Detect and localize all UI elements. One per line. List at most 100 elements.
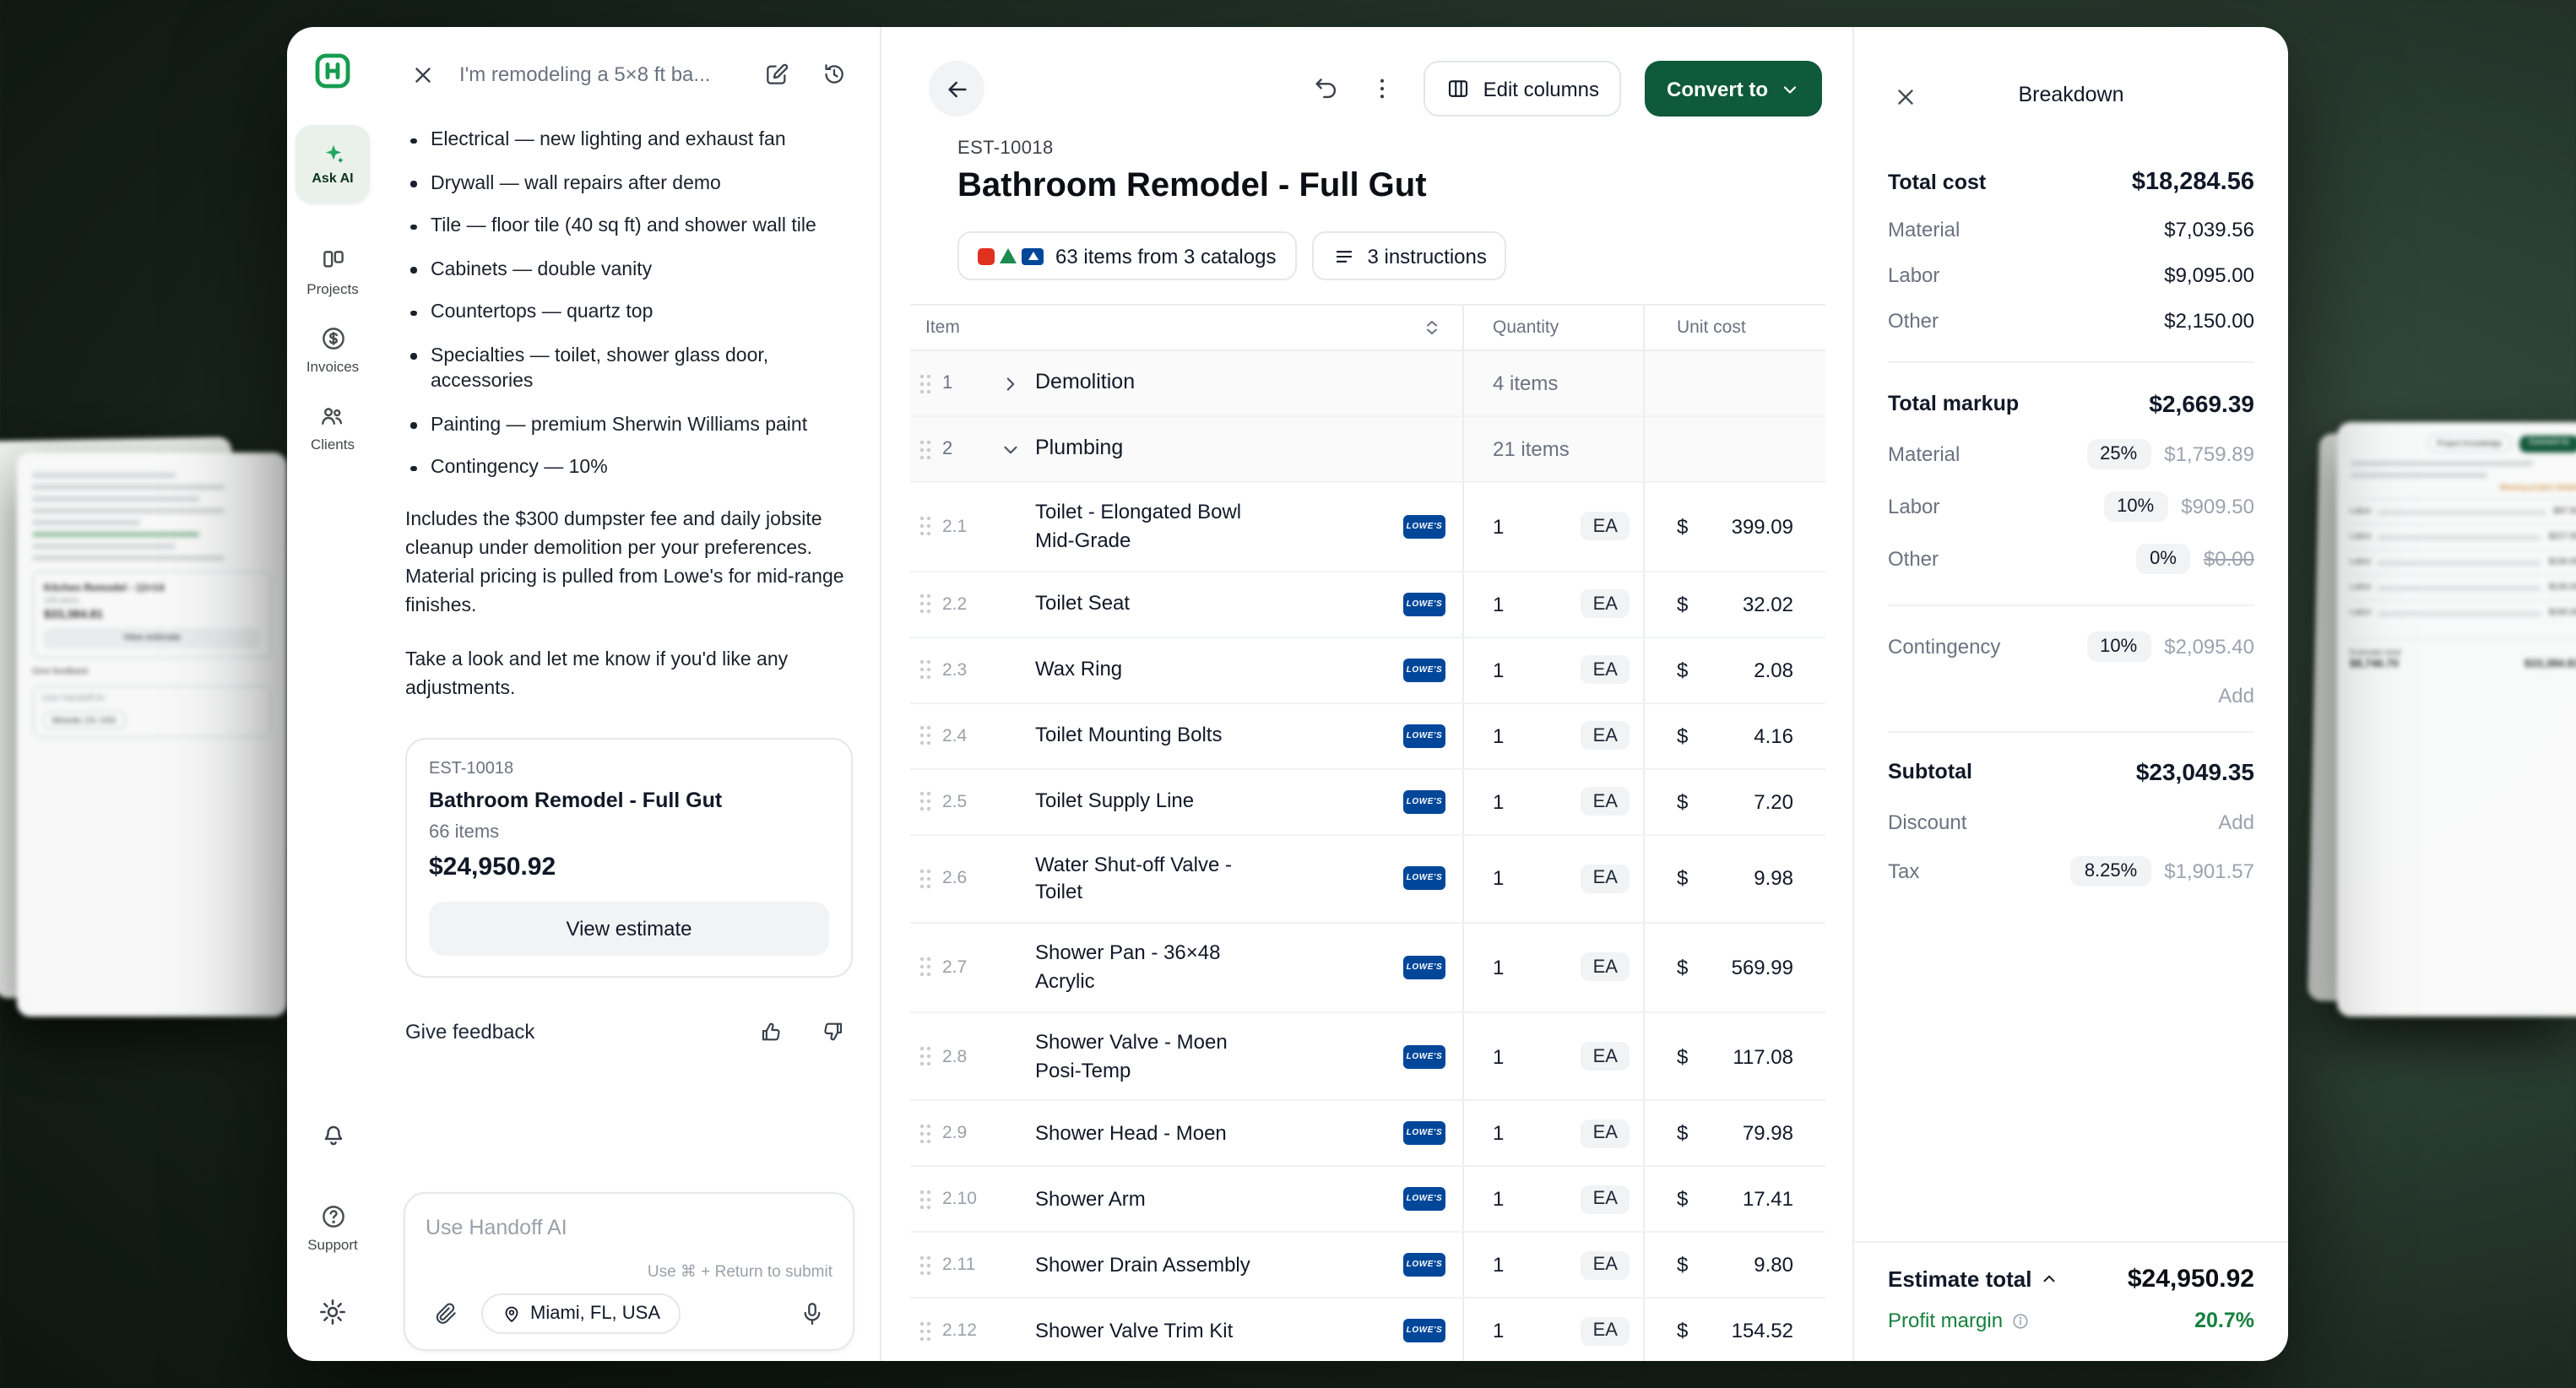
table-row[interactable]: 2.4 Toilet Mounting Bolts LOWE'S 1	[910, 703, 1825, 769]
markup-other-pct-pill[interactable]: 0%	[2136, 544, 2190, 574]
attach-file-button[interactable]	[426, 1293, 466, 1334]
unit-pill[interactable]: EA	[1581, 655, 1630, 684]
table-row[interactable]: 1 Demolition 4 items	[910, 351, 1825, 417]
table-row[interactable]: 2.8 Shower Valve - Moen Posi-Temp LOWE'S…	[910, 1013, 1825, 1102]
drag-handle-icon[interactable]	[919, 659, 932, 680]
quantity-value[interactable]: 1	[1493, 1122, 1504, 1146]
sidebar-item-invoices[interactable]: Invoices	[306, 324, 359, 375]
table-row[interactable]: 2 Plumbing 21 items	[910, 417, 1825, 483]
quantity-value[interactable]: 1	[1493, 789, 1504, 813]
unit-pill[interactable]: EA	[1581, 1120, 1630, 1148]
unit-pill[interactable]: EA	[1581, 1251, 1630, 1280]
table-row[interactable]: 2.3 Wax Ring LOWE'S 1 EA	[910, 637, 1825, 703]
table-row[interactable]: 2.10 Shower Arm LOWE'S 1 EA	[910, 1168, 1825, 1233]
sidebar-item-support[interactable]: Support	[307, 1202, 358, 1253]
unit-pill[interactable]: EA	[1581, 589, 1630, 618]
table-row[interactable]: 2.2 Toilet Seat LOWE'S 1 EA	[910, 572, 1825, 637]
table-row[interactable]: 2.7 Shower Pan - 36×48 Acrylic LOWE'S 1	[910, 924, 1825, 1012]
contingency-pct-pill[interactable]: 10%	[2086, 632, 2150, 662]
unit-pill[interactable]: EA	[1581, 512, 1630, 541]
unit-cost-value[interactable]: 17.41	[1743, 1188, 1793, 1212]
drag-handle-icon[interactable]	[919, 1189, 932, 1211]
quantity-value[interactable]: 1	[1493, 658, 1504, 681]
drag-handle-icon[interactable]	[919, 1255, 932, 1277]
back-button[interactable]	[929, 61, 984, 117]
unit-pill[interactable]: EA	[1581, 865, 1630, 893]
unit-pill[interactable]: EA	[1581, 787, 1630, 816]
table-row[interactable]: 2.6 Water Shut-off Valve - Toilet LOWE'S…	[910, 835, 1825, 924]
markup-material-pct-pill[interactable]: 25%	[2086, 439, 2150, 469]
unit-cost-value[interactable]: 399.09	[1732, 515, 1793, 539]
quantity-value[interactable]: 1	[1493, 515, 1504, 539]
quantity-value[interactable]: 1	[1493, 724, 1504, 747]
unit-pill[interactable]: EA	[1581, 1185, 1630, 1214]
more-options-button[interactable]	[1362, 68, 1404, 110]
quantity-value[interactable]: 1	[1493, 1254, 1504, 1277]
unit-cost-value[interactable]: 7.20	[1754, 789, 1793, 813]
tax-pct-pill[interactable]: 8.25%	[2071, 856, 2150, 886]
add-discount-button[interactable]: Add	[2218, 811, 2254, 834]
ask-ai-button[interactable]: Ask AI	[296, 125, 370, 203]
location-pill[interactable]: Miami, FL, USA	[481, 1293, 681, 1334]
drag-handle-icon[interactable]	[919, 372, 932, 394]
unit-pill[interactable]: EA	[1581, 1042, 1630, 1071]
collapse-all-button[interactable]	[1422, 317, 1442, 338]
table-row[interactable]: 2.12 Shower Valve Trim Kit LOWE'S 1	[910, 1299, 1825, 1361]
drag-handle-icon[interactable]	[919, 516, 932, 538]
table-row[interactable]: 2.11 Shower Drain Assembly LOWE'S 1	[910, 1233, 1825, 1299]
unit-cost-value[interactable]: 9.80	[1754, 1254, 1793, 1277]
sidebar-item-projects[interactable]: Projects	[306, 247, 358, 297]
quantity-value[interactable]: 1	[1493, 956, 1504, 979]
table-row[interactable]: 2.9 Shower Head - Moen LOWE'S 1 EA	[910, 1102, 1825, 1168]
unit-cost-value[interactable]: 9.98	[1754, 867, 1793, 891]
drag-handle-icon[interactable]	[919, 593, 932, 615]
close-breakdown-button[interactable]	[1886, 78, 1925, 117]
chat-composer[interactable]: Use ⌘ + Return to submit Miami, FL, USA	[404, 1192, 854, 1351]
unit-cost-value[interactable]: 2.08	[1754, 658, 1793, 681]
close-chat-button[interactable]	[404, 55, 442, 94]
drag-handle-icon[interactable]	[919, 724, 932, 746]
drag-handle-icon[interactable]	[919, 790, 932, 812]
drag-handle-icon[interactable]	[919, 1045, 932, 1067]
unit-pill[interactable]: EA	[1581, 1317, 1630, 1346]
quantity-value[interactable]: 1	[1493, 867, 1504, 891]
quantity-value[interactable]: 1	[1493, 1044, 1504, 1068]
thumbs-down-button[interactable]	[812, 1011, 853, 1052]
drag-handle-icon[interactable]	[919, 438, 932, 460]
settings-button[interactable]	[311, 1290, 355, 1334]
quantity-value[interactable]: 4 items	[1493, 371, 1558, 395]
instructions-badge[interactable]: 3 instructions	[1311, 231, 1506, 280]
unit-pill[interactable]: EA	[1581, 721, 1630, 750]
group-chevron[interactable]	[1000, 372, 1025, 394]
microphone-button[interactable]	[792, 1293, 832, 1334]
add-contingency-button[interactable]: Add	[2218, 684, 2254, 708]
convert-to-button[interactable]: Convert to	[1645, 61, 1822, 117]
quantity-value[interactable]: 1	[1493, 1320, 1504, 1343]
quantity-value[interactable]: 21 items	[1493, 437, 1570, 461]
view-estimate-button[interactable]: View estimate	[429, 902, 829, 956]
new-chat-button[interactable]	[757, 54, 797, 95]
drag-handle-icon[interactable]	[919, 868, 932, 890]
chat-history-button[interactable]	[814, 54, 854, 95]
chat-input[interactable]	[426, 1216, 832, 1239]
drag-handle-icon[interactable]	[919, 957, 932, 979]
catalogs-badge[interactable]: 63 items from 3 catalogs	[957, 231, 1296, 280]
sidebar-item-clients[interactable]: Clients	[311, 402, 355, 453]
drag-handle-icon[interactable]	[919, 1320, 932, 1342]
unit-cost-value[interactable]: 32.02	[1743, 592, 1793, 615]
thumbs-up-button[interactable]	[751, 1011, 792, 1052]
unit-cost-value[interactable]: 154.52	[1732, 1320, 1793, 1343]
drag-handle-icon[interactable]	[919, 1123, 932, 1145]
unit-cost-value[interactable]: 569.99	[1732, 956, 1793, 979]
estimate-total-toggle[interactable]: Estimate total	[1888, 1266, 2059, 1292]
unit-cost-value[interactable]: 79.98	[1743, 1122, 1793, 1146]
table-row[interactable]: 2.5 Toilet Supply Line LOWE'S 1 EA	[910, 769, 1825, 835]
notifications-button[interactable]	[312, 1113, 354, 1155]
edit-columns-button[interactable]: Edit columns	[1424, 61, 1621, 117]
undo-button[interactable]	[1306, 68, 1348, 110]
unit-pill[interactable]: EA	[1581, 953, 1630, 982]
unit-cost-value[interactable]: 4.16	[1754, 724, 1793, 747]
unit-cost-value[interactable]: 117.08	[1733, 1044, 1793, 1068]
quantity-value[interactable]: 1	[1493, 1188, 1504, 1212]
markup-labor-pct-pill[interactable]: 10%	[2103, 491, 2167, 522]
